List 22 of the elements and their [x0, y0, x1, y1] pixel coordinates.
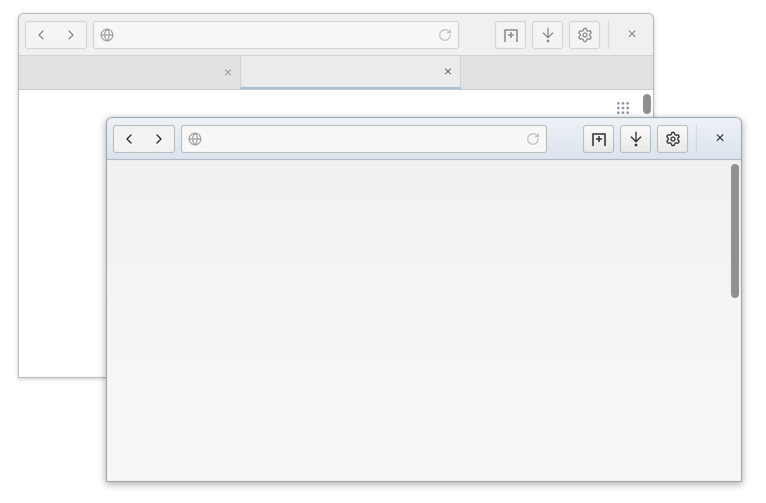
download-icon [540, 26, 556, 42]
tab-close-button[interactable]: × [444, 61, 452, 82]
address-field[interactable] [181, 124, 547, 152]
settings-icon [664, 130, 680, 146]
scrollbar[interactable] [643, 94, 651, 114]
address-field[interactable] [93, 20, 459, 48]
close-button[interactable]: × [617, 20, 647, 48]
settings-button[interactable] [657, 124, 688, 152]
download-icon [628, 130, 644, 146]
tab[interactable]: × [240, 56, 461, 89]
bookmark-button[interactable] [583, 124, 614, 152]
globe-icon [188, 132, 202, 146]
settings-icon [576, 26, 592, 42]
close-button[interactable]: × [705, 124, 735, 152]
bookmark-add-icon [502, 26, 518, 42]
reload-icon[interactable] [526, 132, 540, 146]
bookmark-add-icon [590, 130, 606, 146]
download-button[interactable] [620, 124, 651, 152]
reload-icon[interactable] [438, 28, 452, 42]
globe-icon [100, 28, 114, 42]
apps-grid-icon[interactable] [615, 100, 631, 116]
scrollbar[interactable] [731, 164, 739, 298]
